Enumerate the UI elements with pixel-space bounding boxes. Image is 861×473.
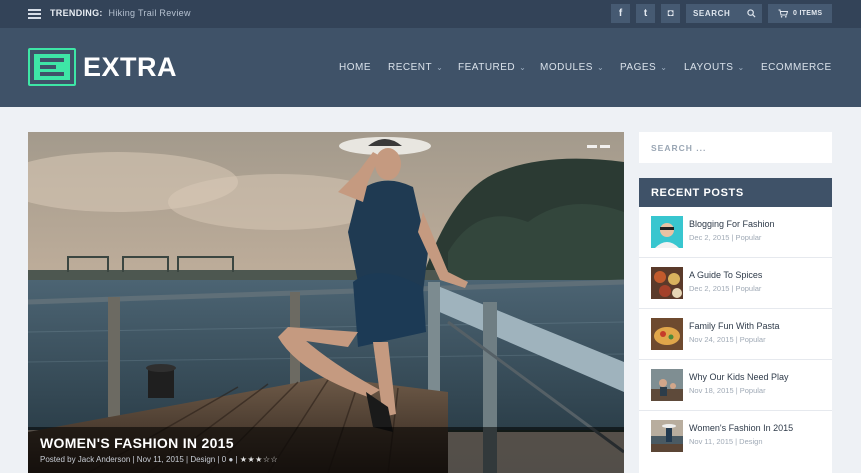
post-title[interactable]: Women's Fashion In 2015 (689, 423, 793, 433)
recent-posts-widget: RECENT POSTS Blogging For Fashion Dec 2,… (639, 178, 832, 473)
post-meta: Nov 11, 2015 | Design (689, 437, 763, 446)
comment-icon: ● (228, 455, 234, 464)
post-meta: Dec 2, 2015 | Popular (689, 284, 762, 293)
hamburger-menu-icon[interactable] (28, 9, 41, 19)
post-title[interactable]: Blogging For Fashion (689, 219, 775, 229)
nav-ecommerce[interactable]: ECOMMERCE (761, 62, 832, 73)
recent-posts-title: RECENT POSTS (639, 178, 832, 207)
logo-mark-icon (28, 48, 76, 86)
search-icon[interactable] (747, 9, 756, 18)
nav-recent[interactable]: RECENT ⌄ (388, 62, 443, 73)
cart-button[interactable]: 0 ITEMS (768, 4, 832, 23)
list-item[interactable]: A Guide To Spices Dec 2, 2015 | Popular (639, 258, 832, 309)
nav-home[interactable]: HOME (339, 62, 371, 73)
top-search-label: SEARCH (693, 9, 731, 18)
instagram-icon[interactable]: ◘ (661, 4, 680, 23)
site-logo[interactable]: EXTRA (28, 48, 177, 86)
post-title[interactable]: Family Fun With Pasta (689, 321, 780, 331)
post-thumbnail[interactable] (651, 369, 683, 401)
hero-caption: WOMEN'S FASHION IN 2015 Posted by Jack A… (28, 427, 624, 473)
post-meta: Dec 2, 2015 | Popular (689, 233, 762, 242)
site-header: EXTRA HOME RECENT ⌄ FEATURED ⌄ MODULES ⌄ PA… (0, 28, 861, 107)
chevron-down-icon: ⌄ (660, 63, 668, 72)
post-meta: Nov 18, 2015 | Popular (689, 386, 766, 395)
nav-pages[interactable]: PAGES ⌄ (620, 62, 667, 73)
featured-hero[interactable]: WOMEN'S FASHION IN 2015 Posted by Jack A… (28, 132, 624, 473)
chevron-down-icon: ⌄ (737, 63, 745, 72)
list-item[interactable]: Blogging For Fashion Dec 2, 2015 | Popul… (639, 207, 832, 258)
trending-ticker[interactable]: TRENDING: Hiking Trail Review (50, 8, 191, 18)
chevron-down-icon: ⌄ (519, 63, 527, 72)
post-thumbnail[interactable] (651, 318, 683, 350)
facebook-icon[interactable]: f (611, 4, 630, 23)
twitter-icon[interactable]: t (636, 4, 655, 23)
chevron-down-icon: ⌄ (596, 63, 605, 72)
trending-label: TRENDING: (50, 8, 103, 18)
post-meta: Nov 24, 2015 | Popular (689, 335, 766, 344)
nav-featured[interactable]: FEATURED ⌄ (458, 62, 526, 73)
hero-meta: Posted by Jack Anderson | Nov 11, 2015 |… (40, 455, 279, 464)
nav-modules[interactable]: MODULES ⌄ (540, 62, 604, 73)
post-title[interactable]: Why Our Kids Need Play (689, 372, 789, 382)
nav-layouts[interactable]: LAYOUTS ⌄ (684, 62, 745, 73)
post-title[interactable]: A Guide To Spices (689, 270, 762, 280)
list-item[interactable]: Family Fun With Pasta Nov 24, 2015 | Pop… (639, 309, 832, 360)
post-thumbnail[interactable] (651, 216, 683, 248)
top-bar: TRENDING: Hiking Trail Review f t ◘ SEAR… (0, 0, 861, 28)
hero-meta-text: Posted by Jack Anderson | Nov 11, 2015 |… (40, 455, 227, 464)
top-search-box[interactable]: SEARCH (686, 4, 762, 23)
list-item[interactable]: Why Our Kids Need Play Nov 18, 2015 | Po… (639, 360, 832, 411)
post-thumbnail[interactable] (651, 267, 683, 299)
cart-icon (778, 9, 788, 18)
slider-dots[interactable] (587, 145, 610, 148)
rating-stars: ★★★☆☆ (239, 455, 279, 464)
sidebar-search-input[interactable]: SEARCH ... (639, 132, 832, 163)
list-item[interactable]: Women's Fashion In 2015 Nov 11, 2015 | D… (639, 411, 832, 462)
cart-count: 0 ITEMS (793, 10, 823, 17)
logo-text: EXTRA (83, 51, 178, 82)
hero-image (28, 132, 624, 473)
trending-link[interactable]: Hiking Trail Review (109, 8, 191, 18)
hero-title[interactable]: WOMEN'S FASHION IN 2015 (40, 435, 234, 451)
chevron-down-icon: ⌄ (436, 63, 444, 72)
post-thumbnail[interactable] (651, 420, 683, 452)
